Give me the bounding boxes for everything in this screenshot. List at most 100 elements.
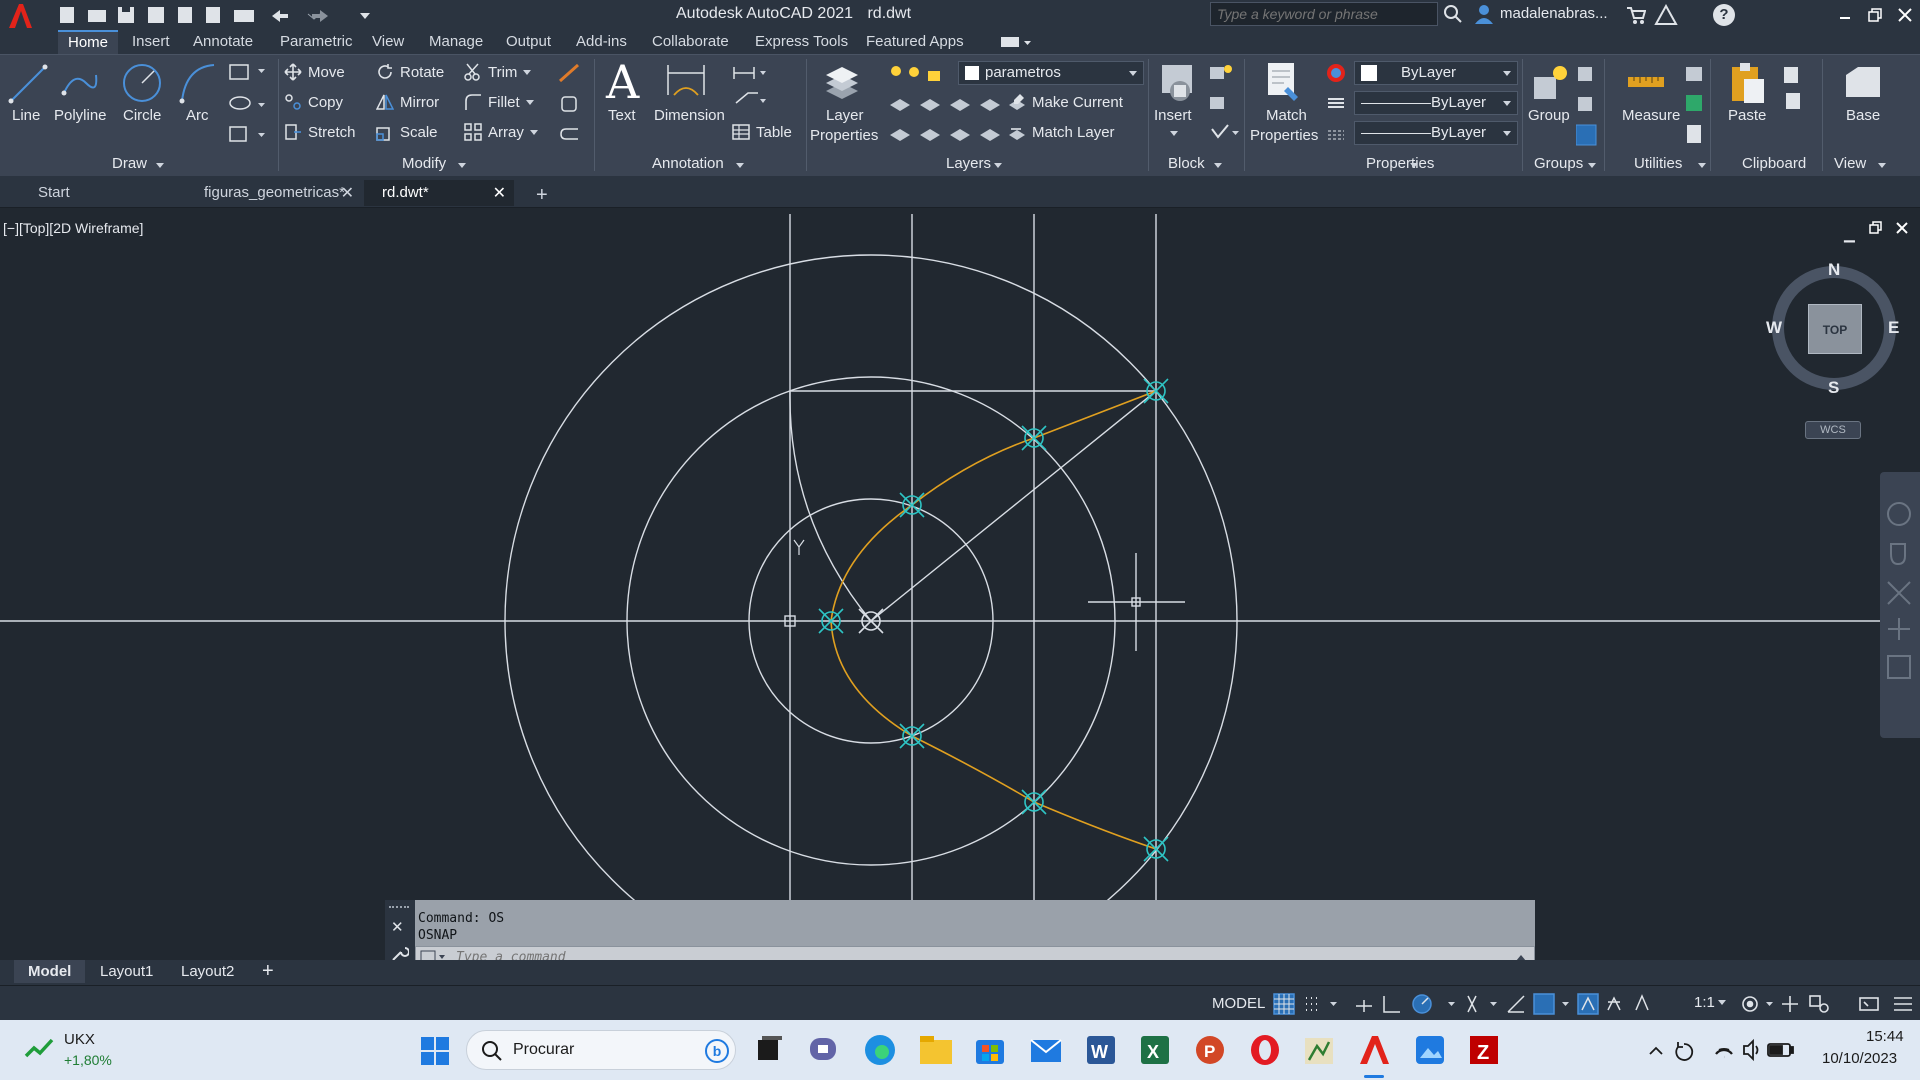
restore-button[interactable] bbox=[1866, 6, 1884, 24]
excel-icon[interactable]: X bbox=[1137, 1032, 1173, 1068]
move-button[interactable]: Move bbox=[308, 64, 345, 81]
drawing-viewport[interactable]: [−][Top][2D Wireframe] ▁ TOP N S W E WCS… bbox=[0, 208, 1920, 960]
arc-icon[interactable] bbox=[178, 61, 218, 105]
tab-express-tools[interactable]: Express Tools bbox=[755, 33, 848, 50]
doc-tab-rd[interactable]: rd.dwt* ✕ bbox=[364, 180, 514, 206]
tab-insert[interactable]: Insert bbox=[132, 33, 170, 50]
command-history-toggle-icon[interactable] bbox=[1514, 951, 1528, 960]
group-icon[interactable] bbox=[1530, 61, 1570, 105]
minimize-button[interactable] bbox=[1836, 6, 1854, 24]
lineweight-dropdown[interactable]: ByLayer bbox=[1354, 121, 1518, 145]
user-icon[interactable] bbox=[1474, 4, 1494, 24]
group-button[interactable]: Group bbox=[1528, 107, 1570, 124]
viewcube-top-face[interactable]: TOP bbox=[1808, 304, 1862, 354]
utilities-panel-label[interactable]: Utilities bbox=[1634, 155, 1682, 172]
layout-tab-layout2[interactable]: Layout2 bbox=[181, 963, 234, 980]
line-icon[interactable] bbox=[8, 61, 48, 105]
polyline-button[interactable]: Polyline bbox=[54, 107, 107, 124]
linetype-dropdown[interactable]: ByLayer bbox=[1354, 91, 1518, 115]
layer-dropdown[interactable]: parametros bbox=[958, 61, 1144, 85]
clock-date[interactable]: 10/10/2023 bbox=[1822, 1050, 1897, 1067]
measure-button[interactable]: Measure bbox=[1622, 107, 1680, 124]
annotation-small-icons[interactable] bbox=[732, 63, 766, 111]
add-layout-button[interactable]: + bbox=[262, 960, 274, 983]
close-window-button[interactable] bbox=[1896, 6, 1914, 24]
wcs-menu[interactable]: WCS bbox=[1805, 421, 1861, 439]
text-icon[interactable]: A bbox=[606, 59, 642, 105]
command-input-bar[interactable] bbox=[415, 946, 1535, 960]
status-toggles-icons[interactable] bbox=[1272, 992, 1652, 1016]
layers-panel-label[interactable]: Layers bbox=[946, 155, 991, 172]
circle-icon[interactable] bbox=[120, 61, 164, 105]
powerpoint-icon[interactable]: P bbox=[1192, 1032, 1228, 1068]
measure-icon[interactable] bbox=[1626, 63, 1666, 103]
file-explorer-icon[interactable] bbox=[918, 1032, 954, 1068]
insert-icon[interactable] bbox=[1158, 61, 1198, 105]
compass-south[interactable]: S bbox=[1828, 378, 1839, 398]
compass-west[interactable]: W bbox=[1766, 318, 1782, 338]
tab-featured-apps[interactable]: Featured Apps bbox=[866, 33, 964, 50]
cart-icon[interactable] bbox=[1626, 5, 1647, 25]
teams-chat-icon[interactable] bbox=[806, 1032, 842, 1068]
properties-panel-label[interactable]: Properties bbox=[1366, 155, 1434, 172]
color-dropdown[interactable]: ByLayer bbox=[1354, 61, 1518, 85]
microsoft-store-icon[interactable] bbox=[972, 1032, 1008, 1068]
user-name[interactable]: madalenabras... bbox=[1500, 5, 1608, 22]
close-icon[interactable]: ✕ bbox=[341, 183, 354, 203]
block-small-icons[interactable] bbox=[1208, 63, 1240, 147]
filezilla-icon[interactable]: Z bbox=[1466, 1032, 1502, 1068]
circle-button[interactable]: Circle bbox=[123, 107, 161, 124]
new-tab-button[interactable]: + bbox=[536, 184, 548, 207]
tab-add-ins[interactable]: Add-ins bbox=[576, 33, 627, 50]
model-space-toggle[interactable]: MODEL bbox=[1212, 995, 1265, 1012]
layer-properties-icon[interactable] bbox=[822, 61, 862, 105]
paste-icon[interactable] bbox=[1728, 61, 1766, 105]
line-button[interactable]: Line bbox=[12, 107, 40, 124]
copy-button[interactable]: Copy bbox=[308, 94, 343, 111]
draw-small-tools-icon[interactable] bbox=[228, 61, 268, 145]
command-input[interactable] bbox=[456, 948, 1496, 960]
match-properties-label-2[interactable]: Properties bbox=[1250, 127, 1318, 144]
stock-change[interactable]: +1,80% bbox=[64, 1052, 112, 1068]
mail-icon[interactable] bbox=[1028, 1032, 1064, 1068]
match-layer-button[interactable]: Match Layer bbox=[1032, 124, 1115, 141]
tab-annotate[interactable]: Annotate bbox=[193, 33, 253, 50]
compass-north[interactable]: N bbox=[1828, 260, 1840, 280]
autocad-taskbar-icon[interactable] bbox=[1356, 1032, 1392, 1068]
make-current-button[interactable]: Make Current bbox=[1032, 94, 1123, 111]
ribbon-toggle-icon[interactable] bbox=[1000, 36, 1032, 50]
clipboard-panel-label[interactable]: Clipboard bbox=[1742, 155, 1806, 172]
paste-button[interactable]: Paste bbox=[1728, 107, 1766, 124]
help-icon[interactable]: ? bbox=[1713, 4, 1735, 26]
word-icon[interactable]: W bbox=[1083, 1032, 1119, 1068]
rotate-button[interactable]: Rotate bbox=[400, 64, 444, 81]
doc-tab-start[interactable]: Start bbox=[20, 180, 180, 206]
tab-parametric[interactable]: Parametric bbox=[280, 33, 353, 50]
command-customize-icon[interactable] bbox=[391, 944, 410, 960]
status-right-icons[interactable] bbox=[1738, 992, 1920, 1016]
arc-button[interactable]: Arc bbox=[186, 107, 209, 124]
command-close-icon[interactable]: ✕ bbox=[391, 918, 404, 936]
doc-tab-figuras[interactable]: figuras_geometricas* ✕ bbox=[182, 180, 362, 206]
layout-tab-model[interactable]: Model bbox=[14, 960, 86, 983]
table-button[interactable]: Table bbox=[756, 124, 792, 141]
compass-east[interactable]: E bbox=[1888, 318, 1899, 338]
text-button[interactable]: Text bbox=[608, 107, 636, 124]
trim-button[interactable]: Trim bbox=[488, 64, 517, 81]
stretch-button[interactable]: Stretch bbox=[308, 124, 356, 141]
tab-view[interactable]: View bbox=[372, 33, 404, 50]
annotation-scale[interactable]: 1:1 bbox=[1694, 994, 1715, 1011]
polyline-icon[interactable] bbox=[60, 63, 100, 103]
search-input-box[interactable] bbox=[1210, 2, 1438, 26]
utilities-small-icons[interactable] bbox=[1684, 63, 1708, 147]
drawing-canvas[interactable] bbox=[0, 208, 1920, 960]
modify-extra-icons[interactable] bbox=[558, 63, 584, 147]
base-icon[interactable] bbox=[1842, 65, 1886, 101]
opera-icon[interactable] bbox=[1247, 1032, 1283, 1068]
block-panel-label[interactable]: Block bbox=[1168, 155, 1205, 172]
base-button[interactable]: Base bbox=[1846, 107, 1880, 124]
autocad-logo[interactable] bbox=[6, 2, 34, 30]
clipboard-small-icons[interactable] bbox=[1782, 63, 1806, 113]
taskbar-search-box[interactable]: Procurar b bbox=[466, 1030, 736, 1070]
layer-tools-icons[interactable] bbox=[888, 93, 1008, 149]
